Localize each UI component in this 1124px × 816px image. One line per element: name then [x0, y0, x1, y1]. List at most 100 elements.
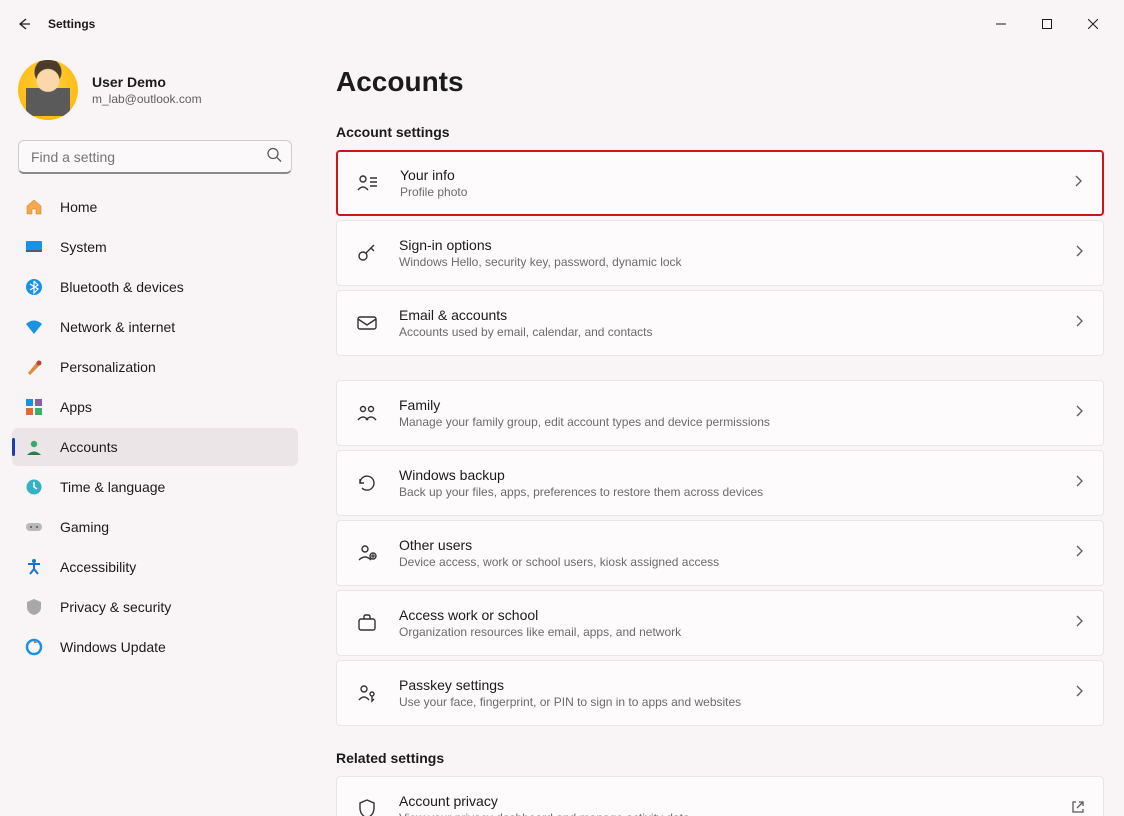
system-icon	[24, 237, 44, 257]
avatar	[18, 60, 78, 120]
other-users-icon	[355, 541, 379, 565]
window-controls	[978, 8, 1116, 40]
back-button[interactable]	[8, 8, 40, 40]
bluetooth-icon	[24, 277, 44, 297]
family-icon	[355, 401, 379, 425]
sidebar-item-label: Accessibility	[60, 559, 136, 575]
sidebar-item-label: Bluetooth & devices	[60, 279, 184, 295]
chevron-right-icon	[1073, 684, 1085, 702]
chevron-right-icon	[1073, 404, 1085, 422]
profile-name: User Demo	[92, 74, 202, 90]
card-sub: Use your face, fingerprint, or PIN to si…	[399, 695, 1053, 709]
sidebar-item-label: Windows Update	[60, 639, 166, 655]
chevron-right-icon	[1072, 174, 1084, 192]
update-icon	[24, 637, 44, 657]
sidebar-item-apps[interactable]: Apps	[12, 388, 298, 426]
sidebar-item-system[interactable]: System	[12, 228, 298, 266]
card-sub: Accounts used by email, calendar, and co…	[399, 325, 1053, 339]
profile-block[interactable]: User Demo m_lab@outlook.com	[12, 56, 298, 132]
search-wrap	[18, 140, 292, 174]
sidebar-item-label: Time & language	[60, 479, 165, 495]
sidebar-item-network[interactable]: Network & internet	[12, 308, 298, 346]
card-sub: Manage your family group, edit account t…	[399, 415, 1053, 429]
sidebar-item-label: Apps	[60, 399, 92, 415]
sidebar-item-label: Privacy & security	[60, 599, 171, 615]
minimize-icon	[996, 19, 1006, 29]
card-your-info[interactable]: Your info Profile photo	[336, 150, 1104, 216]
card-email-accounts[interactable]: Email & accounts Accounts used by email,…	[336, 290, 1104, 356]
chevron-right-icon	[1073, 314, 1085, 332]
mail-icon	[355, 311, 379, 335]
sidebar-item-accounts[interactable]: Accounts	[12, 428, 298, 466]
backup-icon	[355, 471, 379, 495]
minimize-button[interactable]	[978, 8, 1024, 40]
window-title: Settings	[48, 17, 95, 31]
accounts-icon	[24, 437, 44, 457]
card-title: Windows backup	[399, 467, 1053, 483]
sidebar-item-label: Personalization	[60, 359, 156, 375]
sidebar-item-gaming[interactable]: Gaming	[12, 508, 298, 546]
sidebar-item-label: Accounts	[60, 439, 118, 455]
nav: Home System Bluetooth & devices Network …	[12, 188, 298, 666]
card-sub: View your privacy dashboard and manage a…	[399, 811, 1051, 816]
sidebar-item-home[interactable]: Home	[12, 188, 298, 226]
passkey-icon	[355, 681, 379, 705]
card-other-users[interactable]: Other users Device access, work or schoo…	[336, 520, 1104, 586]
sidebar-item-privacy[interactable]: Privacy & security	[12, 588, 298, 626]
your-info-icon	[356, 171, 380, 195]
apps-icon	[24, 397, 44, 417]
paint-icon	[24, 357, 44, 377]
section-title-related-settings: Related settings	[336, 750, 1104, 766]
cards-group-3: Account privacy View your privacy dashbo…	[336, 776, 1104, 816]
section-title-account-settings: Account settings	[336, 124, 1104, 140]
card-title: Your info	[400, 167, 1052, 183]
card-passkey-settings[interactable]: Passkey settings Use your face, fingerpr…	[336, 660, 1104, 726]
arrow-left-icon	[16, 16, 32, 32]
card-access-work-school[interactable]: Access work or school Organization resou…	[336, 590, 1104, 656]
shield-icon	[24, 597, 44, 617]
external-link-icon	[1071, 800, 1085, 816]
card-sub: Organization resources like email, apps,…	[399, 625, 1053, 639]
card-title: Family	[399, 397, 1053, 413]
card-windows-backup[interactable]: Windows backup Back up your files, apps,…	[336, 450, 1104, 516]
briefcase-icon	[355, 611, 379, 635]
privacy-shield-icon	[355, 797, 379, 816]
card-account-privacy[interactable]: Account privacy View your privacy dashbo…	[336, 776, 1104, 816]
sidebar-item-windows-update[interactable]: Windows Update	[12, 628, 298, 666]
card-family[interactable]: Family Manage your family group, edit ac…	[336, 380, 1104, 446]
card-title: Sign-in options	[399, 237, 1053, 253]
sidebar-item-personalization[interactable]: Personalization	[12, 348, 298, 386]
key-icon	[355, 241, 379, 265]
chevron-right-icon	[1073, 474, 1085, 492]
card-title: Passkey settings	[399, 677, 1053, 693]
sidebar-item-bluetooth[interactable]: Bluetooth & devices	[12, 268, 298, 306]
card-title: Access work or school	[399, 607, 1053, 623]
main-content[interactable]: Accounts Account settings Your info Prof…	[308, 48, 1124, 816]
card-sub: Back up your files, apps, preferences to…	[399, 485, 1053, 499]
close-icon	[1088, 19, 1098, 29]
maximize-icon	[1042, 19, 1052, 29]
chevron-right-icon	[1073, 544, 1085, 562]
wifi-icon	[24, 317, 44, 337]
card-title: Other users	[399, 537, 1053, 553]
chevron-right-icon	[1073, 614, 1085, 632]
accessibility-icon	[24, 557, 44, 577]
sidebar-item-accessibility[interactable]: Accessibility	[12, 548, 298, 586]
sidebar-item-time-language[interactable]: Time & language	[12, 468, 298, 506]
chevron-right-icon	[1073, 244, 1085, 262]
sidebar: User Demo m_lab@outlook.com Home Syste	[0, 48, 308, 816]
page-heading: Accounts	[336, 66, 1104, 98]
profile-email: m_lab@outlook.com	[92, 92, 202, 106]
sidebar-item-label: Home	[60, 199, 97, 215]
maximize-button[interactable]	[1024, 8, 1070, 40]
cards-group-2: Family Manage your family group, edit ac…	[336, 380, 1104, 726]
card-title: Email & accounts	[399, 307, 1053, 323]
card-signin-options[interactable]: Sign-in options Windows Hello, security …	[336, 220, 1104, 286]
titlebar: Settings	[0, 0, 1124, 48]
home-icon	[24, 197, 44, 217]
card-sub: Device access, work or school users, kio…	[399, 555, 1053, 569]
search-input[interactable]	[18, 140, 292, 174]
close-button[interactable]	[1070, 8, 1116, 40]
cards-group-1: Your info Profile photo Sign-in options …	[336, 150, 1104, 356]
card-title: Account privacy	[399, 793, 1051, 809]
